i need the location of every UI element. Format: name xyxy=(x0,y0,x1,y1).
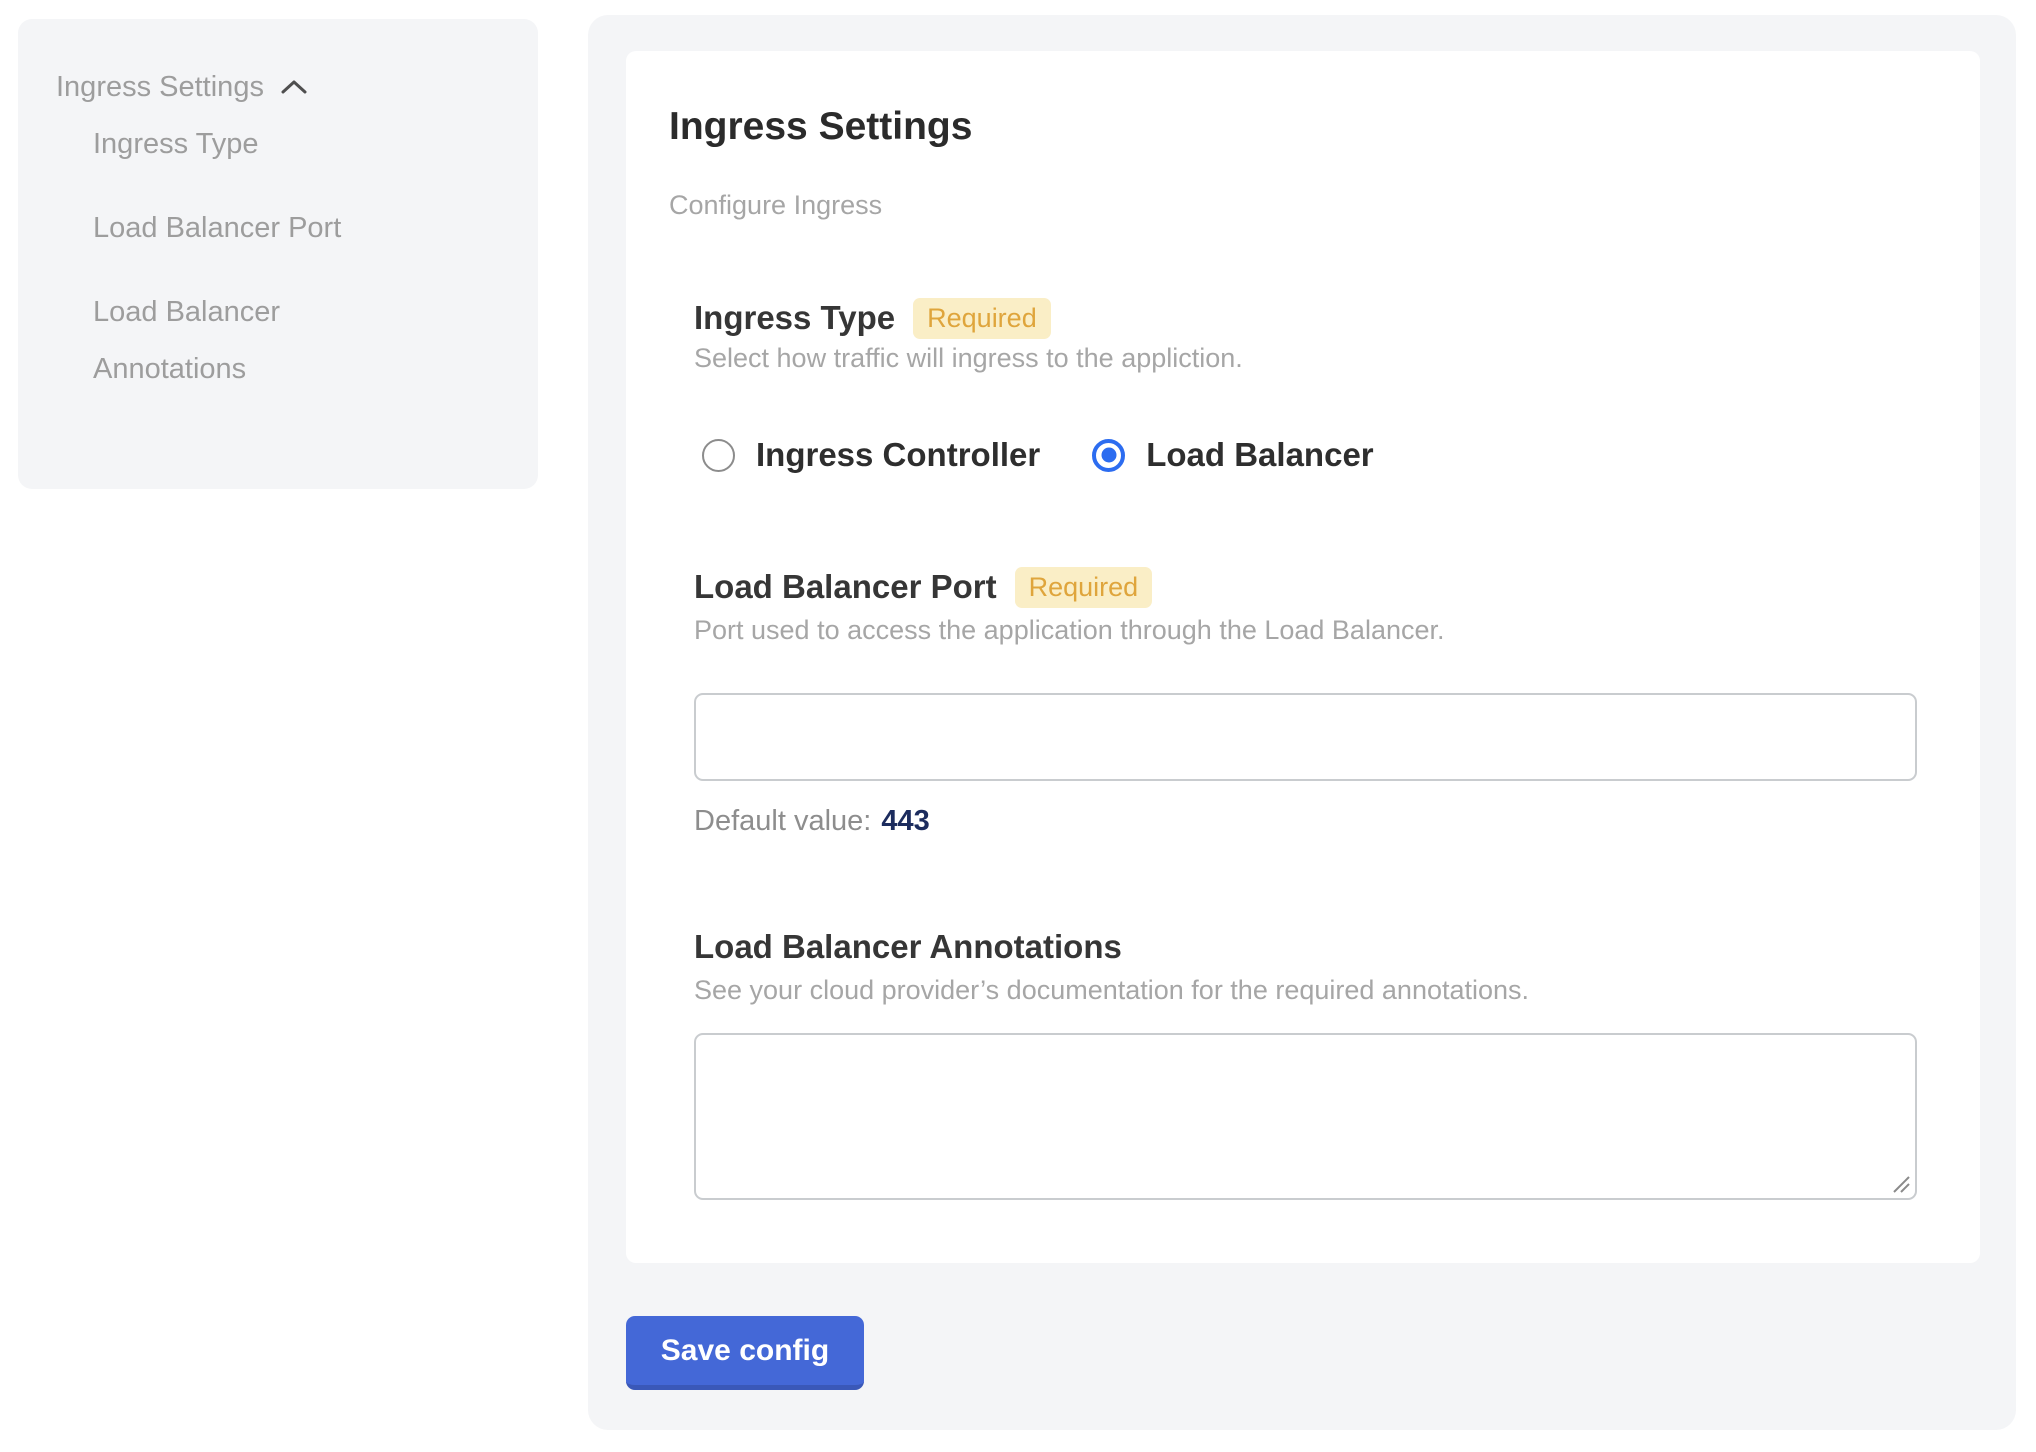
radio-icon-unselected[interactable] xyxy=(702,439,735,472)
required-badge: Required xyxy=(913,298,1051,339)
load-balancer-annotations-description: See your cloud provider’s documentation … xyxy=(694,973,1529,1007)
required-badge: Required xyxy=(1015,567,1153,608)
load-balancer-annotations-label-row: Load Balancer Annotations xyxy=(694,925,1122,969)
sidebar-nav: Ingress Type Load Balancer Port Load Bal… xyxy=(93,116,538,398)
page-subtitle: Configure Ingress xyxy=(669,188,882,222)
radio-label-ingress-controller: Ingress Controller xyxy=(756,436,1040,474)
load-balancer-annotations-textarea[interactable] xyxy=(694,1033,1917,1200)
ingress-type-label-row: Ingress Type Required xyxy=(694,296,1051,340)
default-value-label: Default value: xyxy=(694,805,871,837)
ingress-type-label: Ingress Type xyxy=(694,299,895,337)
sidebar-item-ingress-type[interactable]: Ingress Type xyxy=(93,116,373,173)
load-balancer-port-input[interactable] xyxy=(694,693,1917,781)
ingress-type-description: Select how traffic will ingress to the a… xyxy=(694,341,1243,375)
ingress-settings-card: Ingress Settings Configure Ingress Ingre… xyxy=(626,51,1980,1263)
ingress-type-radio-group: Ingress Controller Load Balancer xyxy=(702,433,1374,477)
load-balancer-port-description: Port used to access the application thro… xyxy=(694,613,1445,647)
load-balancer-annotations-label: Load Balancer Annotations xyxy=(694,928,1122,966)
chevron-up-icon xyxy=(280,59,308,116)
load-balancer-port-label-row: Load Balancer Port Required xyxy=(694,565,1152,609)
load-balancer-port-label: Load Balancer Port xyxy=(694,568,997,606)
radio-icon-selected[interactable] xyxy=(1092,439,1125,472)
radio-label-load-balancer: Load Balancer xyxy=(1146,436,1373,474)
sidebar-item-load-balancer-port[interactable]: Load Balancer Port xyxy=(93,200,373,257)
default-value-line: Default value: 443 xyxy=(694,803,930,839)
sidebar-section-ingress-settings[interactable]: Ingress Settings xyxy=(56,59,538,116)
page: Ingress Settings Ingress Type Load Balan… xyxy=(0,0,2036,1452)
settings-sidebar: Ingress Settings Ingress Type Load Balan… xyxy=(18,19,538,489)
sidebar-item-load-balancer-annotations[interactable]: Load Balancer Annotations xyxy=(93,284,373,398)
save-config-button[interactable]: Save config xyxy=(626,1316,864,1390)
radio-option-load-balancer[interactable]: Load Balancer xyxy=(1092,436,1373,474)
default-value: 443 xyxy=(881,805,929,837)
textarea-resize-handle-icon[interactable] xyxy=(1890,1173,1912,1195)
radio-option-ingress-controller[interactable]: Ingress Controller xyxy=(702,436,1040,474)
main-panel: Ingress Settings Configure Ingress Ingre… xyxy=(588,15,2016,1430)
sidebar-section-label: Ingress Settings xyxy=(56,59,264,116)
annotations-textarea-wrap xyxy=(694,1033,1917,1200)
page-title: Ingress Settings xyxy=(669,103,972,151)
